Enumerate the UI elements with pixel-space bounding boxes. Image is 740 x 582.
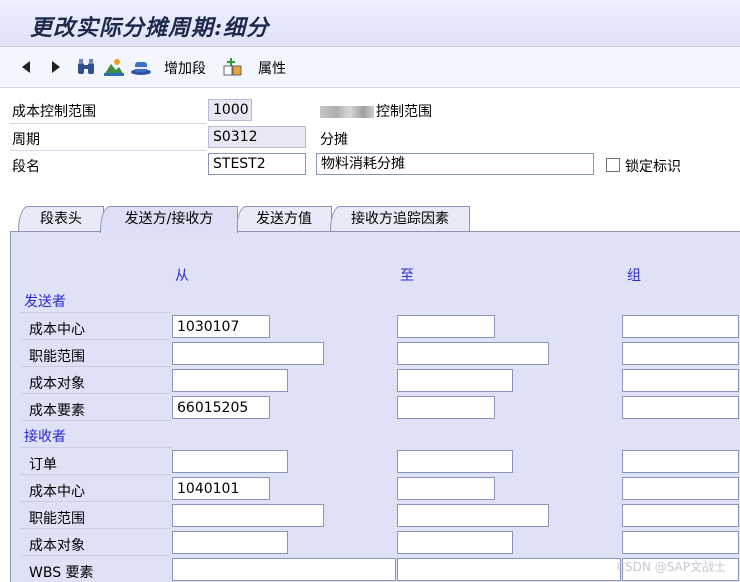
row-divider [21, 501, 171, 502]
tab-sender-receiver[interactable]: 发送方/接收方 [100, 206, 238, 233]
sender-cost-center-from[interactable]: 1030107 [172, 315, 270, 338]
column-header-group: 组 [627, 268, 641, 284]
receiver-cost-object-group[interactable] [622, 531, 739, 554]
window-title: 更改实际分摊周期:细分 [30, 15, 270, 41]
row-divider [21, 447, 171, 448]
sender-cost-center-label: 成本中心 [29, 322, 85, 338]
receiver-cost-center-label: 成本中心 [29, 484, 85, 500]
controlling-area-label: 成本控制范围 [12, 104, 96, 120]
sender-cost-object-group[interactable] [622, 369, 739, 392]
row-divider [21, 420, 171, 421]
attributes-button[interactable]: 属性 [258, 58, 286, 78]
redacted-mark [320, 106, 374, 118]
row-divider [21, 339, 171, 340]
add-segment-button[interactable]: 增加段 [164, 58, 206, 78]
sender-functional-area-label: 职能范围 [29, 349, 85, 365]
hat-icon[interactable] [130, 56, 152, 78]
cycle-label: 周期 [12, 132, 40, 148]
watermark: CSDN @SAP文战士 [616, 560, 726, 574]
add-segment-icon[interactable] [222, 56, 244, 78]
tab-receiver-tracing-factor[interactable]: 接收方追踪因素 [330, 206, 470, 231]
sender-cost-element-from[interactable]: 66015205 [172, 396, 270, 419]
row-divider [21, 393, 171, 394]
sender-cost-object-from[interactable] [172, 369, 288, 392]
sender-functional-area-from[interactable] [172, 342, 324, 365]
receiver-functional-area-from[interactable] [172, 504, 324, 527]
sender-cost-element-label: 成本要素 [29, 403, 85, 419]
receiver-order-from[interactable] [172, 450, 288, 473]
sender-cost-center-to[interactable] [397, 315, 495, 338]
receiver-order-group[interactable] [622, 450, 739, 473]
lock-indicator-label: 锁定标识 [625, 159, 681, 175]
receiver-cost-object-to[interactable] [397, 531, 513, 554]
receiver-order-to[interactable] [397, 450, 513, 473]
receiver-section-title: 接收者 [24, 429, 66, 445]
row-divider [21, 474, 171, 475]
sender-receiver-panel: 从 至 组 发送者 成本中心 1030107 职能范围 成本对象 成本要素 66… [10, 231, 740, 582]
row-divider [21, 555, 171, 556]
row-divider [21, 312, 171, 313]
receiver-wbs-element-to[interactable] [397, 558, 621, 581]
row-divider [10, 123, 206, 124]
receiver-cost-object-from[interactable] [172, 531, 288, 554]
receiver-functional-area-label: 职能范围 [29, 511, 85, 527]
receiver-wbs-element-label: WBS 要素 [29, 565, 94, 581]
sender-cost-object-label: 成本对象 [29, 376, 85, 392]
picture-icon[interactable] [103, 56, 125, 78]
sender-functional-area-group[interactable] [622, 342, 739, 365]
sender-functional-area-to[interactable] [397, 342, 549, 365]
controlling-area-field: 1000 [208, 99, 252, 121]
sender-section-title: 发送者 [24, 294, 66, 310]
application-toolbar: 增加段 属性 [0, 47, 740, 88]
sender-cost-element-group[interactable] [622, 396, 739, 419]
tab-strip: 段表头 发送方/接收方 发送方值 接收方追踪因素 [0, 206, 740, 233]
segment-description-field[interactable]: 物料消耗分摊 [316, 153, 594, 175]
row-divider [21, 366, 171, 367]
lock-indicator-checkbox[interactable] [606, 158, 620, 172]
segment-header: 成本控制范围 1000 控制范围 周期 S0312 分摊 段名 STEST2 物… [0, 88, 740, 188]
row-divider [21, 528, 171, 529]
title-bar: 更改实际分摊周期:细分 [0, 0, 740, 47]
receiver-cost-center-to[interactable] [397, 477, 495, 500]
controlling-area-description: 控制范围 [320, 101, 432, 121]
tab-sender-values[interactable]: 发送方值 [236, 206, 332, 231]
receiver-order-label: 订单 [29, 457, 57, 473]
receiver-functional-area-to[interactable] [397, 504, 549, 527]
column-header-to: 至 [400, 268, 414, 284]
receiver-cost-object-label: 成本对象 [29, 538, 85, 554]
back-arrow-icon[interactable] [20, 56, 32, 78]
forward-arrow-icon[interactable] [50, 56, 62, 78]
row-divider [10, 150, 206, 151]
receiver-cost-center-group[interactable] [622, 477, 739, 500]
tab-segment-header[interactable]: 段表头 [18, 206, 104, 231]
sender-cost-object-to[interactable] [397, 369, 513, 392]
binoculars-icon[interactable] [76, 56, 96, 78]
sender-cost-center-group[interactable] [622, 315, 739, 338]
sender-cost-element-to[interactable] [397, 396, 495, 419]
cycle-field: S0312 [208, 126, 306, 148]
receiver-functional-area-group[interactable] [622, 504, 739, 527]
column-header-from: 从 [175, 268, 189, 284]
receiver-wbs-element-from[interactable] [172, 558, 396, 581]
cycle-description: 分摊 [320, 132, 348, 148]
segment-name-label: 段名 [12, 159, 40, 175]
receiver-cost-center-from[interactable]: 1040101 [172, 477, 270, 500]
segment-name-field[interactable]: STEST2 [208, 153, 306, 175]
